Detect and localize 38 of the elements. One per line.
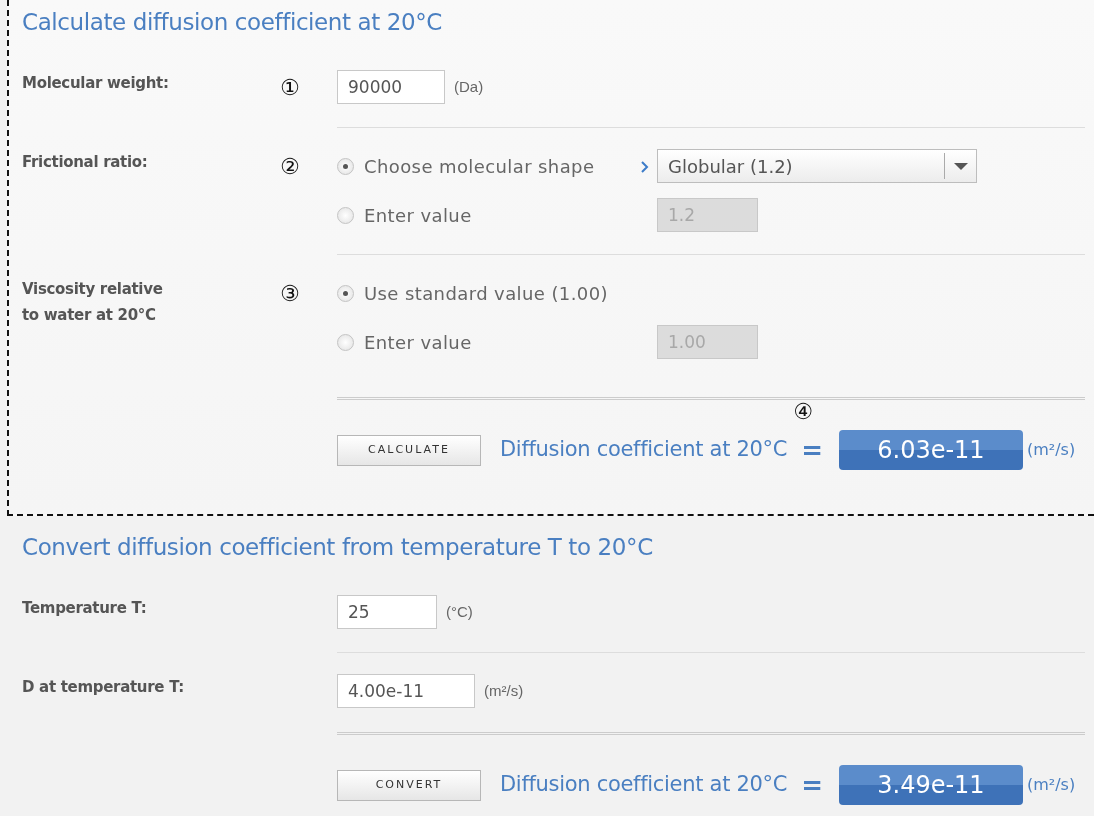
unit-label: (m²/s) <box>1026 774 1076 796</box>
field-label: Temperature T: <box>22 598 148 619</box>
field-label: D at temperature T: <box>22 677 185 698</box>
option-label[interactable]: Enter value <box>364 201 472 229</box>
calculate-button[interactable]: CALCULATE <box>337 434 481 466</box>
chevron-icon <box>641 160 649 173</box>
radio-button[interactable] <box>337 333 354 351</box>
option-label[interactable]: Use standard value (1.00) <box>364 279 608 307</box>
result-value: 3.49e-11 <box>838 765 1023 805</box>
step-number: ① <box>280 75 300 100</box>
result-value: 6.03e-11 <box>838 430 1023 470</box>
unit-label: (m²/s) <box>484 680 524 701</box>
radio-button[interactable] <box>337 284 354 302</box>
field-label: Viscosity relative to water at 20°C <box>22 279 164 326</box>
unit-label: (°C) <box>446 601 473 622</box>
field-label: Molecular weight: <box>22 73 170 94</box>
section-title: Calculate diffusion coefficient at 20°C <box>22 8 444 37</box>
equals-sign: = <box>801 434 823 465</box>
step-number: ③ <box>280 281 300 306</box>
caret-icon <box>953 162 968 170</box>
section-title: Convert diffusion coefficient from temperature T to 20°C <box>22 533 654 562</box>
option-label[interactable]: Enter value <box>364 328 472 356</box>
radio-button[interactable] <box>337 206 354 224</box>
radio-button[interactable] <box>337 157 354 175</box>
input-field[interactable]: 4.00e-11 <box>337 674 475 708</box>
equals-sign: = <box>801 769 823 800</box>
step-number: ④ <box>793 397 813 426</box>
unit-label: (Da) <box>454 76 484 97</box>
step-number: ② <box>280 154 300 179</box>
dropdown[interactable]: Globular (1.2) <box>657 149 977 183</box>
unit-label: (m²/s) <box>1026 439 1076 461</box>
option-label[interactable]: Choose molecular shape <box>364 152 595 180</box>
field-label: Frictional ratio: <box>22 152 149 173</box>
input-field[interactable]: 25 <box>337 595 437 629</box>
result-label: Diffusion coefficient at 20°C <box>500 436 788 464</box>
input-field[interactable]: 90000 <box>337 70 445 104</box>
result-label: Diffusion coefficient at 20°C <box>500 771 788 799</box>
calculate-button[interactable]: CONVERT <box>337 769 481 801</box>
